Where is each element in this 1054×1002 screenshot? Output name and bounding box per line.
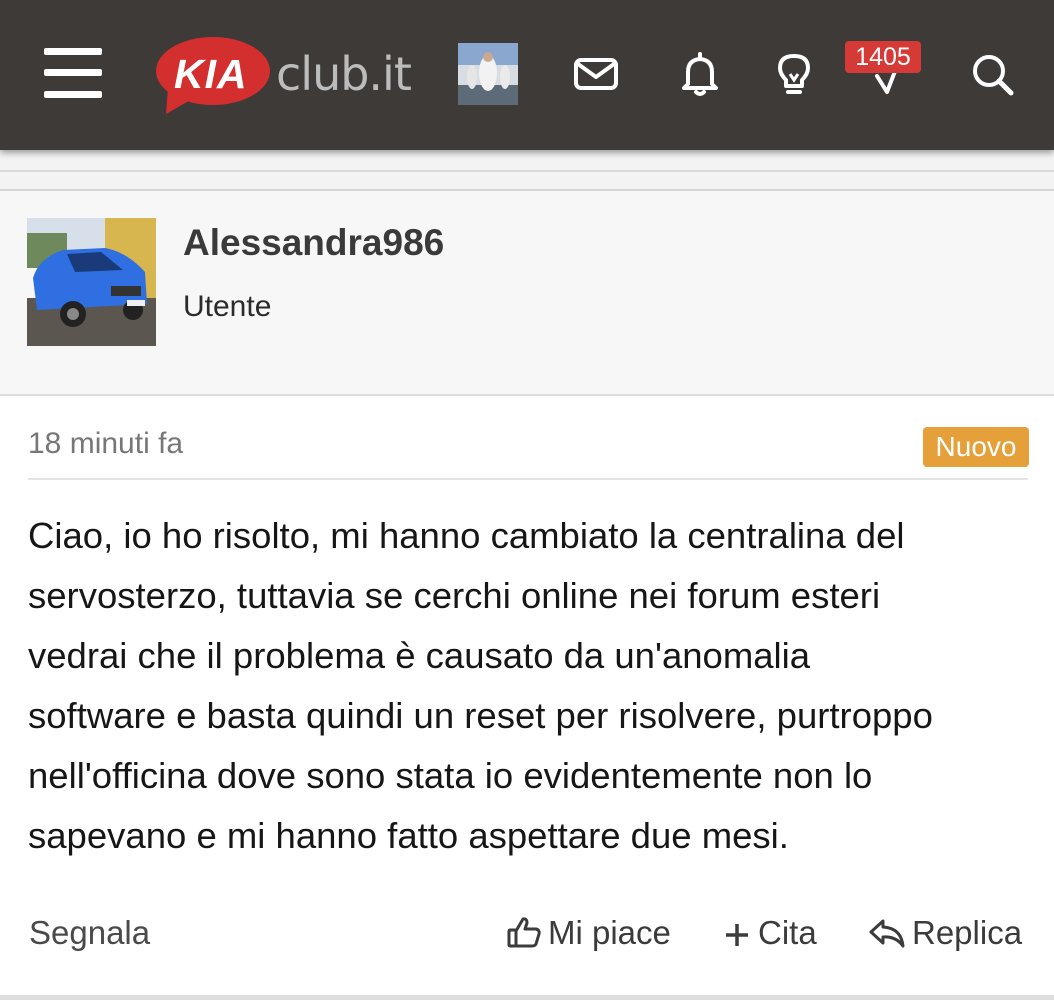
report-label: Segnala [29,914,151,951]
author-role: Utente [183,290,272,323]
author-name[interactable]: Alessandra986 [183,222,444,264]
report-button[interactable]: Segnala [29,912,150,954]
lightbulb-icon[interactable] [764,44,824,104]
top-navigation-bar: KIA club.it 1405 [0,0,1054,150]
new-post-badge: Nuovo [923,427,1029,467]
activity-count-badge: 1405 [845,41,921,73]
bell-icon[interactable] [670,44,730,104]
hamburger-menu-icon[interactable] [44,48,102,98]
like-label: Mi piace [548,914,671,951]
divider [0,995,1054,1000]
like-button[interactable]: Mi piace [506,912,671,954]
mail-icon[interactable] [566,44,626,104]
logo-brand-text: KIA [174,51,248,97]
reply-button[interactable]: Replica [868,912,1022,954]
divider [28,478,1028,480]
reply-label: Replica [912,914,1023,951]
site-logo[interactable]: KIA club.it [154,36,416,116]
divider [0,170,1054,172]
post-message: Ciao, io ho risolto, mi hanno cambiato l… [28,515,933,856]
search-icon[interactable] [962,44,1022,104]
quote-button[interactable]: Cita [722,912,817,954]
post-timestamp[interactable]: 18 minuti fa [28,427,183,461]
reply-arrow-icon [869,919,905,948]
current-user-avatar[interactable] [458,43,518,105]
logo-suffix-text: club.it [276,47,412,101]
post-author-block [0,191,1054,394]
plus-icon [726,924,748,946]
thumbs-up-icon [507,917,541,948]
quote-label: Cita [758,914,817,951]
author-avatar[interactable] [27,218,156,346]
